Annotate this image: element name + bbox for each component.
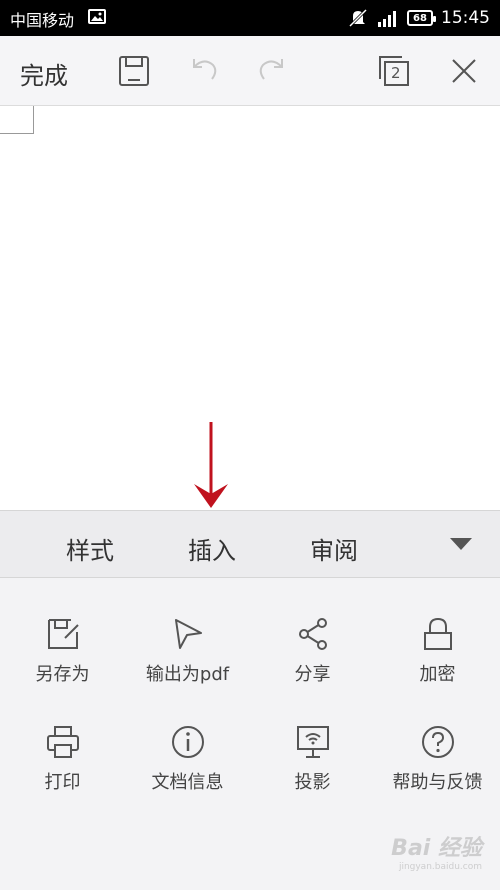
menu-item-label: 打印 xyxy=(44,772,81,793)
ribbon-tab-bar: 样式 插入 审阅 xyxy=(0,510,500,578)
save-as-icon xyxy=(47,619,79,649)
window-switch-icon[interactable]: 2 xyxy=(376,53,412,89)
menu-item-doc-info[interactable]: 文档信息 xyxy=(125,724,250,824)
menu-item-help-feedback[interactable]: 帮助与反馈 xyxy=(375,724,500,824)
help-icon xyxy=(421,726,454,758)
menu-item-label: 投影 xyxy=(294,772,331,793)
clock: 15:45 xyxy=(441,8,490,28)
status-bar: 中国移动 68 15:45 xyxy=(0,0,500,36)
file-menu-panel: 另存为 输出为pdf 分享 加密 打印 文档信息 投影 帮助与反馈 Bai 经验… xyxy=(0,578,500,890)
page-corner-mark xyxy=(0,106,34,134)
expand-menu-icon[interactable] xyxy=(450,538,472,550)
watermark-text: Bai 经验 xyxy=(391,836,482,861)
watermark: Bai 经验 jingyan.baidu.com xyxy=(391,830,482,872)
gallery-notification-icon xyxy=(88,9,106,24)
menu-item-encrypt[interactable]: 加密 xyxy=(375,616,500,716)
share-icon xyxy=(298,618,327,650)
export-pdf-icon xyxy=(174,619,202,649)
menu-item-label: 输出为pdf xyxy=(145,664,230,685)
menu-item-export-pdf[interactable]: 输出为pdf xyxy=(125,616,250,716)
menu-item-label: 文档信息 xyxy=(151,772,224,793)
carrier-name: 中国移动 xyxy=(10,11,75,30)
printer-icon xyxy=(46,726,79,758)
annotation-arrow-icon xyxy=(194,422,228,508)
editor-toolbar: 完成 2 xyxy=(0,36,500,106)
menu-item-share[interactable]: 分享 xyxy=(250,616,375,716)
status-right: 68 15:45 xyxy=(347,0,490,36)
tab-insert[interactable]: 插入 xyxy=(188,531,236,566)
tab-style[interactable]: 样式 xyxy=(66,531,114,566)
menu-item-print[interactable]: 打印 xyxy=(0,724,125,824)
battery-level: 68 xyxy=(413,12,427,24)
undo-icon[interactable] xyxy=(186,53,222,89)
signal-icon xyxy=(378,11,396,27)
redo-icon[interactable] xyxy=(254,53,290,89)
tab-review[interactable]: 审阅 xyxy=(310,531,358,566)
watermark-url: jingyan.baidu.com xyxy=(398,862,482,872)
close-icon[interactable] xyxy=(446,53,482,89)
menu-item-label: 加密 xyxy=(419,664,456,685)
menu-item-save-as[interactable]: 另存为 xyxy=(0,616,125,716)
save-icon[interactable] xyxy=(116,53,152,89)
menu-item-projection[interactable]: 投影 xyxy=(250,724,375,824)
menu-item-label: 分享 xyxy=(294,664,331,685)
done-button[interactable]: 完成 xyxy=(20,56,68,91)
document-canvas[interactable] xyxy=(0,106,500,510)
battery-icon: 68 xyxy=(407,10,436,26)
menu-item-label: 帮助与反馈 xyxy=(392,772,483,793)
projection-icon xyxy=(296,726,329,758)
silent-mode-icon xyxy=(348,8,368,28)
window-count: 2 xyxy=(391,64,401,82)
info-icon xyxy=(171,726,204,758)
menu-item-label: 另存为 xyxy=(35,664,90,685)
lock-icon xyxy=(423,617,452,650)
